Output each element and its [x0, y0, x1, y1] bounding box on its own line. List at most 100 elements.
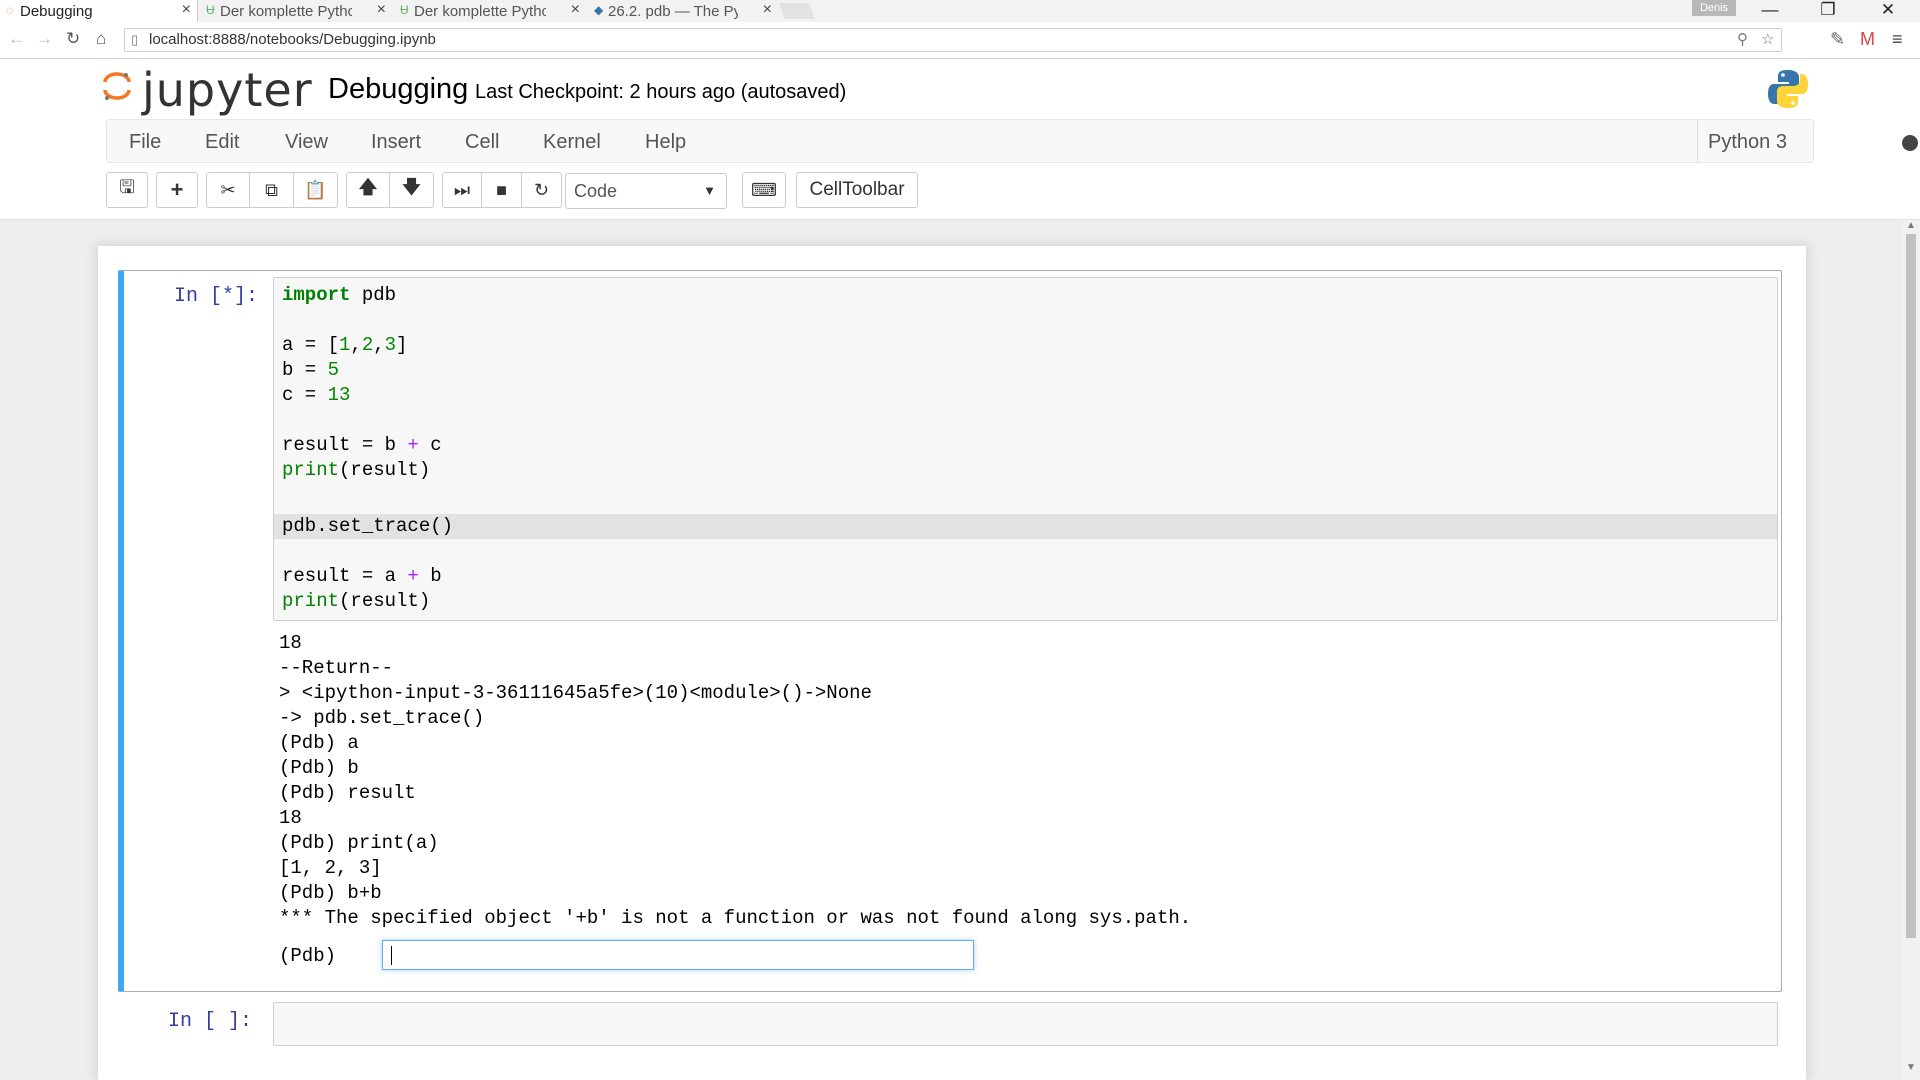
- output-line-error: *** The specified object '+b' is not a f…: [279, 907, 1192, 929]
- code-cell-selected[interactable]: In [*]: import pdb a = [1,2,3] b = 5 c =…: [118, 270, 1782, 992]
- close-tab-icon[interactable]: ×: [763, 1, 772, 19]
- back-arrow-icon[interactable]: ←: [8, 29, 25, 49]
- code-line-7: result = b + c: [282, 434, 442, 456]
- code-editor[interactable]: import pdb a = [1,2,3] b = 5 c = 13 resu…: [273, 277, 1778, 621]
- reload-icon[interactable]: ↻: [66, 29, 80, 49]
- url-field[interactable]: ▯ localhost:8888/notebooks/Debugging.ipy…: [124, 28, 1782, 52]
- notebook-toolbar: 🖫 + ✂ ⧉ 📋 🡅 🡇 ⏭ ■ ↻ Code ▼ ⌨ CellToolbar: [106, 172, 1406, 212]
- notebook-container: In [*]: import pdb a = [1,2,3] b = 5 c =…: [98, 246, 1806, 1080]
- paste-icon: 📋: [304, 179, 327, 200]
- browser-tab-3[interactable]: Ʉ Der komplette Python ×: [394, 0, 586, 22]
- move-up-button[interactable]: 🡅: [346, 172, 390, 208]
- browser-menu-icon[interactable]: ≡: [1892, 29, 1903, 50]
- kernel-indicator: Python 3: [1697, 120, 1918, 162]
- new-tab-button[interactable]: [779, 3, 815, 19]
- code-line-1: import pdb: [282, 284, 397, 306]
- input-prompt: In [ ]:: [167, 1010, 252, 1033]
- code-line-3: a = [1,2,3]: [282, 334, 408, 356]
- notebook-menubar: File Edit View Insert Cell Kernel Help P…: [106, 119, 1918, 163]
- menu-help[interactable]: Help: [645, 131, 686, 154]
- copy-icon: ⧉: [265, 179, 278, 200]
- run-cell-button[interactable]: ⏭: [442, 172, 482, 208]
- pdb-stdin-input[interactable]: [382, 940, 974, 970]
- python-favicon-icon: ◆: [594, 3, 604, 17]
- notebook-title[interactable]: Debugging: [328, 73, 468, 106]
- scroll-down-icon[interactable]: ▼: [1906, 1062, 1916, 1073]
- interrupt-kernel-button[interactable]: ■: [482, 172, 522, 208]
- code-line-13: print(result): [282, 590, 431, 612]
- menu-cell[interactable]: Cell: [465, 131, 499, 154]
- python-logo-icon: [1768, 70, 1808, 108]
- jupyter-logo-text: jupyter: [142, 63, 313, 117]
- code-cell-empty[interactable]: In [ ]:: [118, 994, 1782, 1054]
- browser-tab-2[interactable]: Ʉ Der komplette Python ×: [200, 0, 392, 22]
- cut-button[interactable]: ✂: [206, 172, 250, 208]
- tab-title: 26.2. pdb — The Pyt: [608, 2, 738, 20]
- scrollbar-thumb[interactable]: [1906, 234, 1916, 938]
- highlighted-line: [274, 514, 1777, 539]
- step-forward-icon: ⏭: [453, 179, 471, 200]
- jupyter-logo-icon: [103, 72, 131, 100]
- paste-button[interactable]: 📋: [294, 172, 338, 208]
- insert-cell-button[interactable]: +: [156, 172, 198, 208]
- save-icon: 🖫: [119, 177, 135, 197]
- pdb-prompt-label: (Pdb): [279, 945, 337, 967]
- extension-eyedropper-icon[interactable]: ✎: [1830, 29, 1845, 50]
- page-scrollbar[interactable]: ▲ ▼: [1902, 220, 1920, 1080]
- refresh-icon: ↻: [533, 179, 550, 200]
- command-palette-button[interactable]: ⌨: [742, 172, 786, 208]
- kernel-name: Python 3: [1708, 131, 1787, 153]
- cell-type-value: Code: [574, 181, 618, 201]
- minimize-icon[interactable]: —: [1750, 0, 1790, 20]
- menu-view[interactable]: View: [285, 131, 328, 154]
- profile-badge[interactable]: Denis: [1692, 0, 1736, 16]
- stop-icon: ■: [496, 179, 507, 200]
- browser-tab-debugging[interactable]: ◌ Debugging ×: [0, 0, 198, 22]
- move-down-button[interactable]: 🡇: [390, 172, 434, 208]
- close-tab-icon[interactable]: ×: [571, 1, 580, 19]
- plus-icon: +: [170, 177, 184, 202]
- tab-title: Der komplette Python: [414, 2, 546, 20]
- restart-kernel-button[interactable]: ↻: [522, 172, 562, 208]
- keyboard-icon: ⌨: [751, 179, 777, 200]
- close-tab-icon[interactable]: ×: [377, 1, 386, 19]
- zoom-icon[interactable]: ⚲: [1737, 29, 1748, 51]
- code-editor-empty[interactable]: [273, 1002, 1778, 1046]
- output-line: (Pdb) print(a): [279, 832, 439, 854]
- code-line-5: c = 13: [282, 384, 351, 406]
- code-line-8: print(result): [282, 459, 431, 481]
- cell-type-select[interactable]: Code ▼: [565, 173, 727, 209]
- scroll-up-icon[interactable]: ▲: [1906, 220, 1916, 231]
- close-tab-icon[interactable]: ×: [182, 1, 191, 19]
- celltoolbar-button[interactable]: CellToolbar: [796, 172, 918, 208]
- code-line-12: result = a + b: [282, 565, 442, 587]
- tab-title: Der komplette Python: [220, 2, 352, 20]
- output-line: (Pdb) a: [279, 732, 359, 754]
- code-line-10: pdb.set_trace(): [282, 515, 454, 537]
- tab-title: Debugging: [20, 2, 93, 20]
- home-icon[interactable]: ⌂: [96, 29, 106, 49]
- kernel-busy-icon: [1902, 135, 1918, 151]
- output-line: 18: [279, 807, 302, 829]
- input-prompt: In [*]:: [173, 285, 258, 308]
- save-button[interactable]: 🖫: [106, 172, 148, 208]
- browser-tab-4[interactable]: ◆ 26.2. pdb — The Pyt ×: [588, 0, 778, 22]
- gmail-icon[interactable]: M: [1860, 29, 1875, 50]
- output-line: (Pdb) b: [279, 757, 359, 779]
- menu-insert[interactable]: Insert: [371, 131, 421, 154]
- menu-edit[interactable]: Edit: [205, 131, 239, 154]
- menu-kernel[interactable]: Kernel: [543, 131, 601, 154]
- output-line: 18: [279, 632, 302, 654]
- checkpoint-status: Last Checkpoint: 2 hours ago (autosaved): [475, 81, 847, 103]
- chevron-down-icon: ▼: [703, 183, 716, 198]
- browser-address-bar: ← → ↻ ⌂ ▯ localhost:8888/notebooks/Debug…: [0, 22, 1920, 59]
- restore-icon[interactable]: ❐: [1808, 0, 1848, 20]
- bookmark-star-icon[interactable]: ☆: [1761, 29, 1774, 51]
- forward-arrow-icon[interactable]: →: [36, 29, 53, 49]
- copy-button[interactable]: ⧉: [250, 172, 294, 208]
- jupyter-favicon-icon: ◌: [6, 3, 14, 17]
- code-line-4: b = 5: [282, 359, 340, 381]
- menu-file[interactable]: File: [129, 131, 161, 154]
- close-window-icon[interactable]: ✕: [1868, 0, 1908, 20]
- scissors-icon: ✂: [220, 179, 236, 200]
